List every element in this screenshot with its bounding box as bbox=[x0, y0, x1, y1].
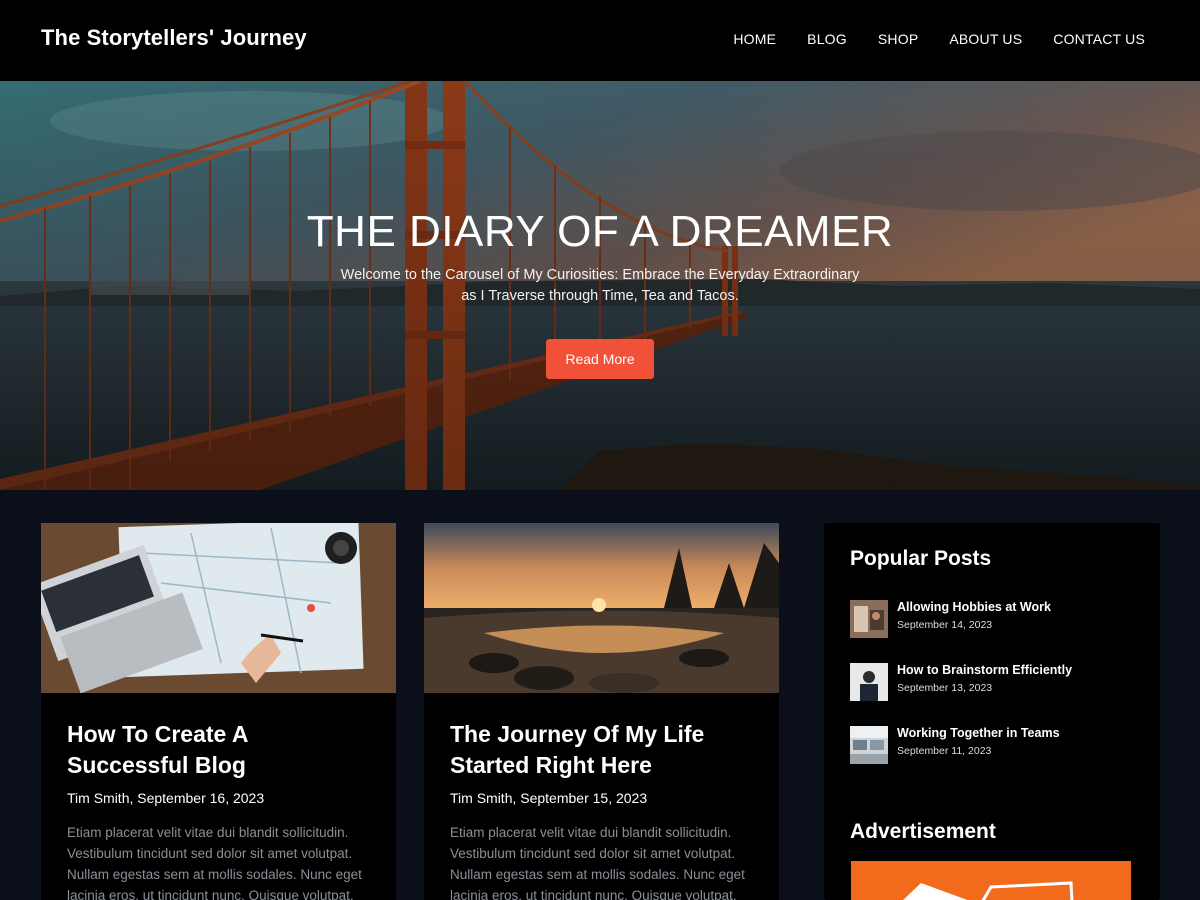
post-excerpt-line: Nullam egestas sem at mollis sodales. Nu… bbox=[450, 867, 745, 882]
main-nav: HOME BLOG SHOP ABOUT US CONTACT US bbox=[702, 31, 1145, 47]
post-meta: Tim Smith, September 15, 2023 bbox=[450, 790, 648, 806]
popular-post-date: September 14, 2023 bbox=[897, 619, 993, 631]
post-image-illustration bbox=[41, 523, 396, 693]
thumbnail-image bbox=[850, 663, 888, 701]
post-image-sunset-lake[interactable] bbox=[424, 523, 779, 693]
post-title[interactable]: The Journey Of My Life Started Right Her… bbox=[450, 719, 750, 781]
nav-about-us[interactable]: ABOUT US bbox=[949, 31, 1022, 47]
popular-post-title[interactable]: How to Brainstorm Efficiently bbox=[897, 663, 1072, 677]
post-excerpt-line: Vestibulum tincidunt sed dolor sit amet … bbox=[67, 846, 353, 861]
post-image-illustration bbox=[424, 523, 779, 693]
popular-post-title[interactable]: Allowing Hobbies at Work bbox=[897, 600, 1051, 614]
post-excerpt-line: Nullam egestas sem at mollis sodales. Nu… bbox=[67, 867, 362, 882]
hero-subtitle-line: Welcome to the Carousel of My Curiositie… bbox=[340, 267, 860, 283]
thumbnail-image bbox=[850, 600, 888, 638]
site-header: The Storytellers' Journey HOME BLOG SHOP… bbox=[0, 0, 1200, 81]
popular-post-thumbnail[interactable] bbox=[850, 726, 888, 764]
popular-post-date: September 13, 2023 bbox=[897, 682, 993, 694]
sidebar: Popular Posts Allowing Hobbies at Work S… bbox=[824, 523, 1160, 900]
nav-contact-us[interactable]: CONTACT US bbox=[1053, 31, 1145, 47]
popular-posts-heading: Popular Posts bbox=[850, 547, 992, 570]
popular-post-thumbnail[interactable] bbox=[850, 600, 888, 638]
read-more-button[interactable]: Read More bbox=[546, 339, 654, 379]
post-title[interactable]: How To Create A Successful Blog bbox=[67, 719, 367, 781]
nav-home[interactable]: HOME bbox=[733, 31, 776, 47]
popular-post-item[interactable]: How to Brainstorm Efficiently September … bbox=[850, 663, 1140, 703]
post-title-line[interactable]: The Journey Of My Life bbox=[450, 719, 750, 750]
hero-title: THE DIARY OF A DREAMER bbox=[306, 207, 894, 256]
advertisement-graphic bbox=[851, 861, 1131, 900]
advertisement-heading: Advertisement bbox=[850, 820, 996, 843]
post-excerpt-line: Etiam placerat velit vitae dui blandit s… bbox=[67, 825, 349, 840]
popular-post-date: September 11, 2023 bbox=[897, 745, 992, 757]
thumbnail-image bbox=[850, 726, 888, 764]
post-title-line[interactable]: How To Create A bbox=[67, 719, 367, 750]
post-excerpt: Etiam placerat velit vitae dui blandit s… bbox=[450, 822, 760, 900]
hero-section: THE DIARY OF A DREAMER Welcome to the Ca… bbox=[0, 81, 1200, 490]
post-excerpt-line: lacinia eros, ut tincidunt nunc. Quisque… bbox=[450, 888, 737, 900]
popular-post-item[interactable]: Allowing Hobbies at Work September 14, 2… bbox=[850, 600, 1140, 640]
post-meta: Tim Smith, September 16, 2023 bbox=[67, 790, 265, 806]
nav-shop[interactable]: SHOP bbox=[878, 31, 918, 47]
hero-subtitle: Welcome to the Carousel of My Curiositie… bbox=[300, 265, 900, 307]
advertisement-banner[interactable] bbox=[851, 861, 1131, 900]
popular-post-item[interactable]: Working Together in Teams September 11, … bbox=[850, 726, 1140, 766]
post-card: The Journey Of My Life Started Right Her… bbox=[424, 523, 779, 900]
popular-post-title[interactable]: Working Together in Teams bbox=[897, 726, 1060, 740]
nav-blog[interactable]: BLOG bbox=[807, 31, 847, 47]
post-excerpt: Etiam placerat velit vitae dui blandit s… bbox=[67, 822, 377, 900]
post-excerpt-line: Vestibulum tincidunt sed dolor sit amet … bbox=[450, 846, 736, 861]
site-title[interactable]: The Storytellers' Journey bbox=[41, 25, 307, 51]
post-title-line[interactable]: Successful Blog bbox=[67, 750, 367, 781]
post-excerpt-line: lacinia eros, ut tincidunt nunc. Quisque… bbox=[67, 888, 354, 900]
hero-subtitle-line: as I Traverse through Time, Tea and Taco… bbox=[461, 288, 739, 304]
post-image-map-laptop[interactable] bbox=[41, 523, 396, 693]
popular-post-thumbnail[interactable] bbox=[850, 663, 888, 701]
post-card: How To Create A Successful Blog Tim Smit… bbox=[41, 523, 396, 900]
post-title-line[interactable]: Started Right Here bbox=[450, 750, 750, 781]
post-excerpt-line: Etiam placerat velit vitae dui blandit s… bbox=[450, 825, 732, 840]
